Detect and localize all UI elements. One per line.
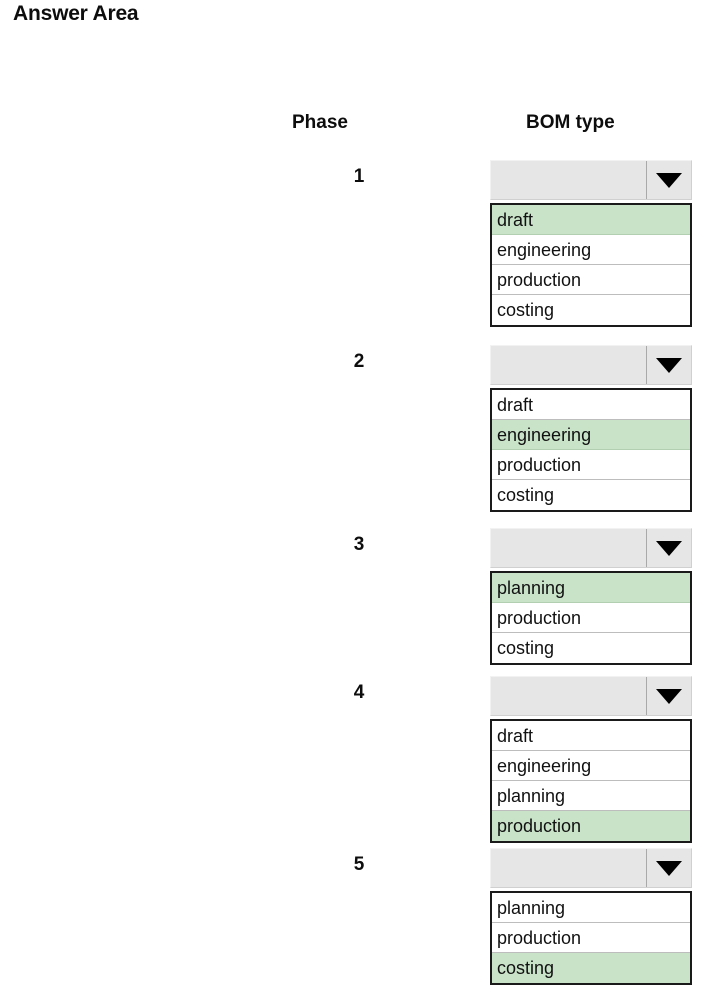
- dropdown-selected-value: [491, 346, 646, 384]
- dropdown-toggle-button[interactable]: [646, 529, 691, 567]
- chevron-down-icon: [656, 860, 682, 876]
- column-header-phase: Phase: [292, 112, 348, 133]
- dropdown-toggle-button[interactable]: [646, 346, 691, 384]
- dropdown-option-selected[interactable]: costing: [492, 953, 690, 983]
- chevron-down-icon: [656, 540, 682, 556]
- phase-number: 1: [353, 166, 365, 187]
- dropdown-option[interactable]: engineering: [492, 235, 690, 265]
- dropdown-option-list: draft engineering production costing: [490, 388, 692, 512]
- bom-type-dropdown[interactable]: planning production costing: [490, 848, 692, 985]
- dropdown-option-selected[interactable]: engineering: [492, 420, 690, 450]
- dropdown-header[interactable]: [490, 848, 692, 888]
- phase-number: 4: [353, 682, 365, 703]
- dropdown-option[interactable]: costing: [492, 480, 690, 510]
- bom-type-dropdown[interactable]: planning production costing: [490, 528, 692, 665]
- phase-number: 3: [353, 534, 365, 555]
- dropdown-option[interactable]: production: [492, 450, 690, 480]
- dropdown-option[interactable]: production: [492, 265, 690, 295]
- dropdown-option[interactable]: draft: [492, 721, 690, 751]
- dropdown-option[interactable]: planning: [492, 893, 690, 923]
- dropdown-toggle-button[interactable]: [646, 677, 691, 715]
- dropdown-option-selected[interactable]: production: [492, 811, 690, 841]
- dropdown-option[interactable]: planning: [492, 781, 690, 811]
- dropdown-selected-value: [491, 161, 646, 199]
- bom-type-dropdown[interactable]: draft engineering production costing: [490, 160, 692, 327]
- dropdown-toggle-button[interactable]: [646, 849, 691, 887]
- dropdown-selected-value: [491, 529, 646, 567]
- dropdown-toggle-button[interactable]: [646, 161, 691, 199]
- dropdown-option-selected[interactable]: draft: [492, 205, 690, 235]
- dropdown-selected-value: [491, 849, 646, 887]
- dropdown-option-list: planning production costing: [490, 571, 692, 665]
- dropdown-option-selected[interactable]: planning: [492, 573, 690, 603]
- bom-type-dropdown[interactable]: draft engineering planning production: [490, 676, 692, 843]
- dropdown-option-list: draft engineering planning production: [490, 719, 692, 843]
- page-title: Answer Area: [13, 2, 139, 25]
- dropdown-option-list: draft engineering production costing: [490, 203, 692, 327]
- chevron-down-icon: [656, 688, 682, 704]
- dropdown-header[interactable]: [490, 528, 692, 568]
- dropdown-option[interactable]: production: [492, 923, 690, 953]
- phase-number: 2: [353, 351, 365, 372]
- phase-number: 5: [353, 854, 365, 875]
- dropdown-selected-value: [491, 677, 646, 715]
- dropdown-header[interactable]: [490, 676, 692, 716]
- dropdown-option[interactable]: production: [492, 603, 690, 633]
- dropdown-option-list: planning production costing: [490, 891, 692, 985]
- dropdown-option[interactable]: costing: [492, 633, 690, 663]
- chevron-down-icon: [656, 172, 682, 188]
- dropdown-option[interactable]: draft: [492, 390, 690, 420]
- chevron-down-icon: [656, 357, 682, 373]
- dropdown-header[interactable]: [490, 345, 692, 385]
- dropdown-option[interactable]: engineering: [492, 751, 690, 781]
- bom-type-dropdown[interactable]: draft engineering production costing: [490, 345, 692, 512]
- dropdown-option[interactable]: costing: [492, 295, 690, 325]
- column-header-bom-type: BOM type: [526, 112, 615, 133]
- dropdown-header[interactable]: [490, 160, 692, 200]
